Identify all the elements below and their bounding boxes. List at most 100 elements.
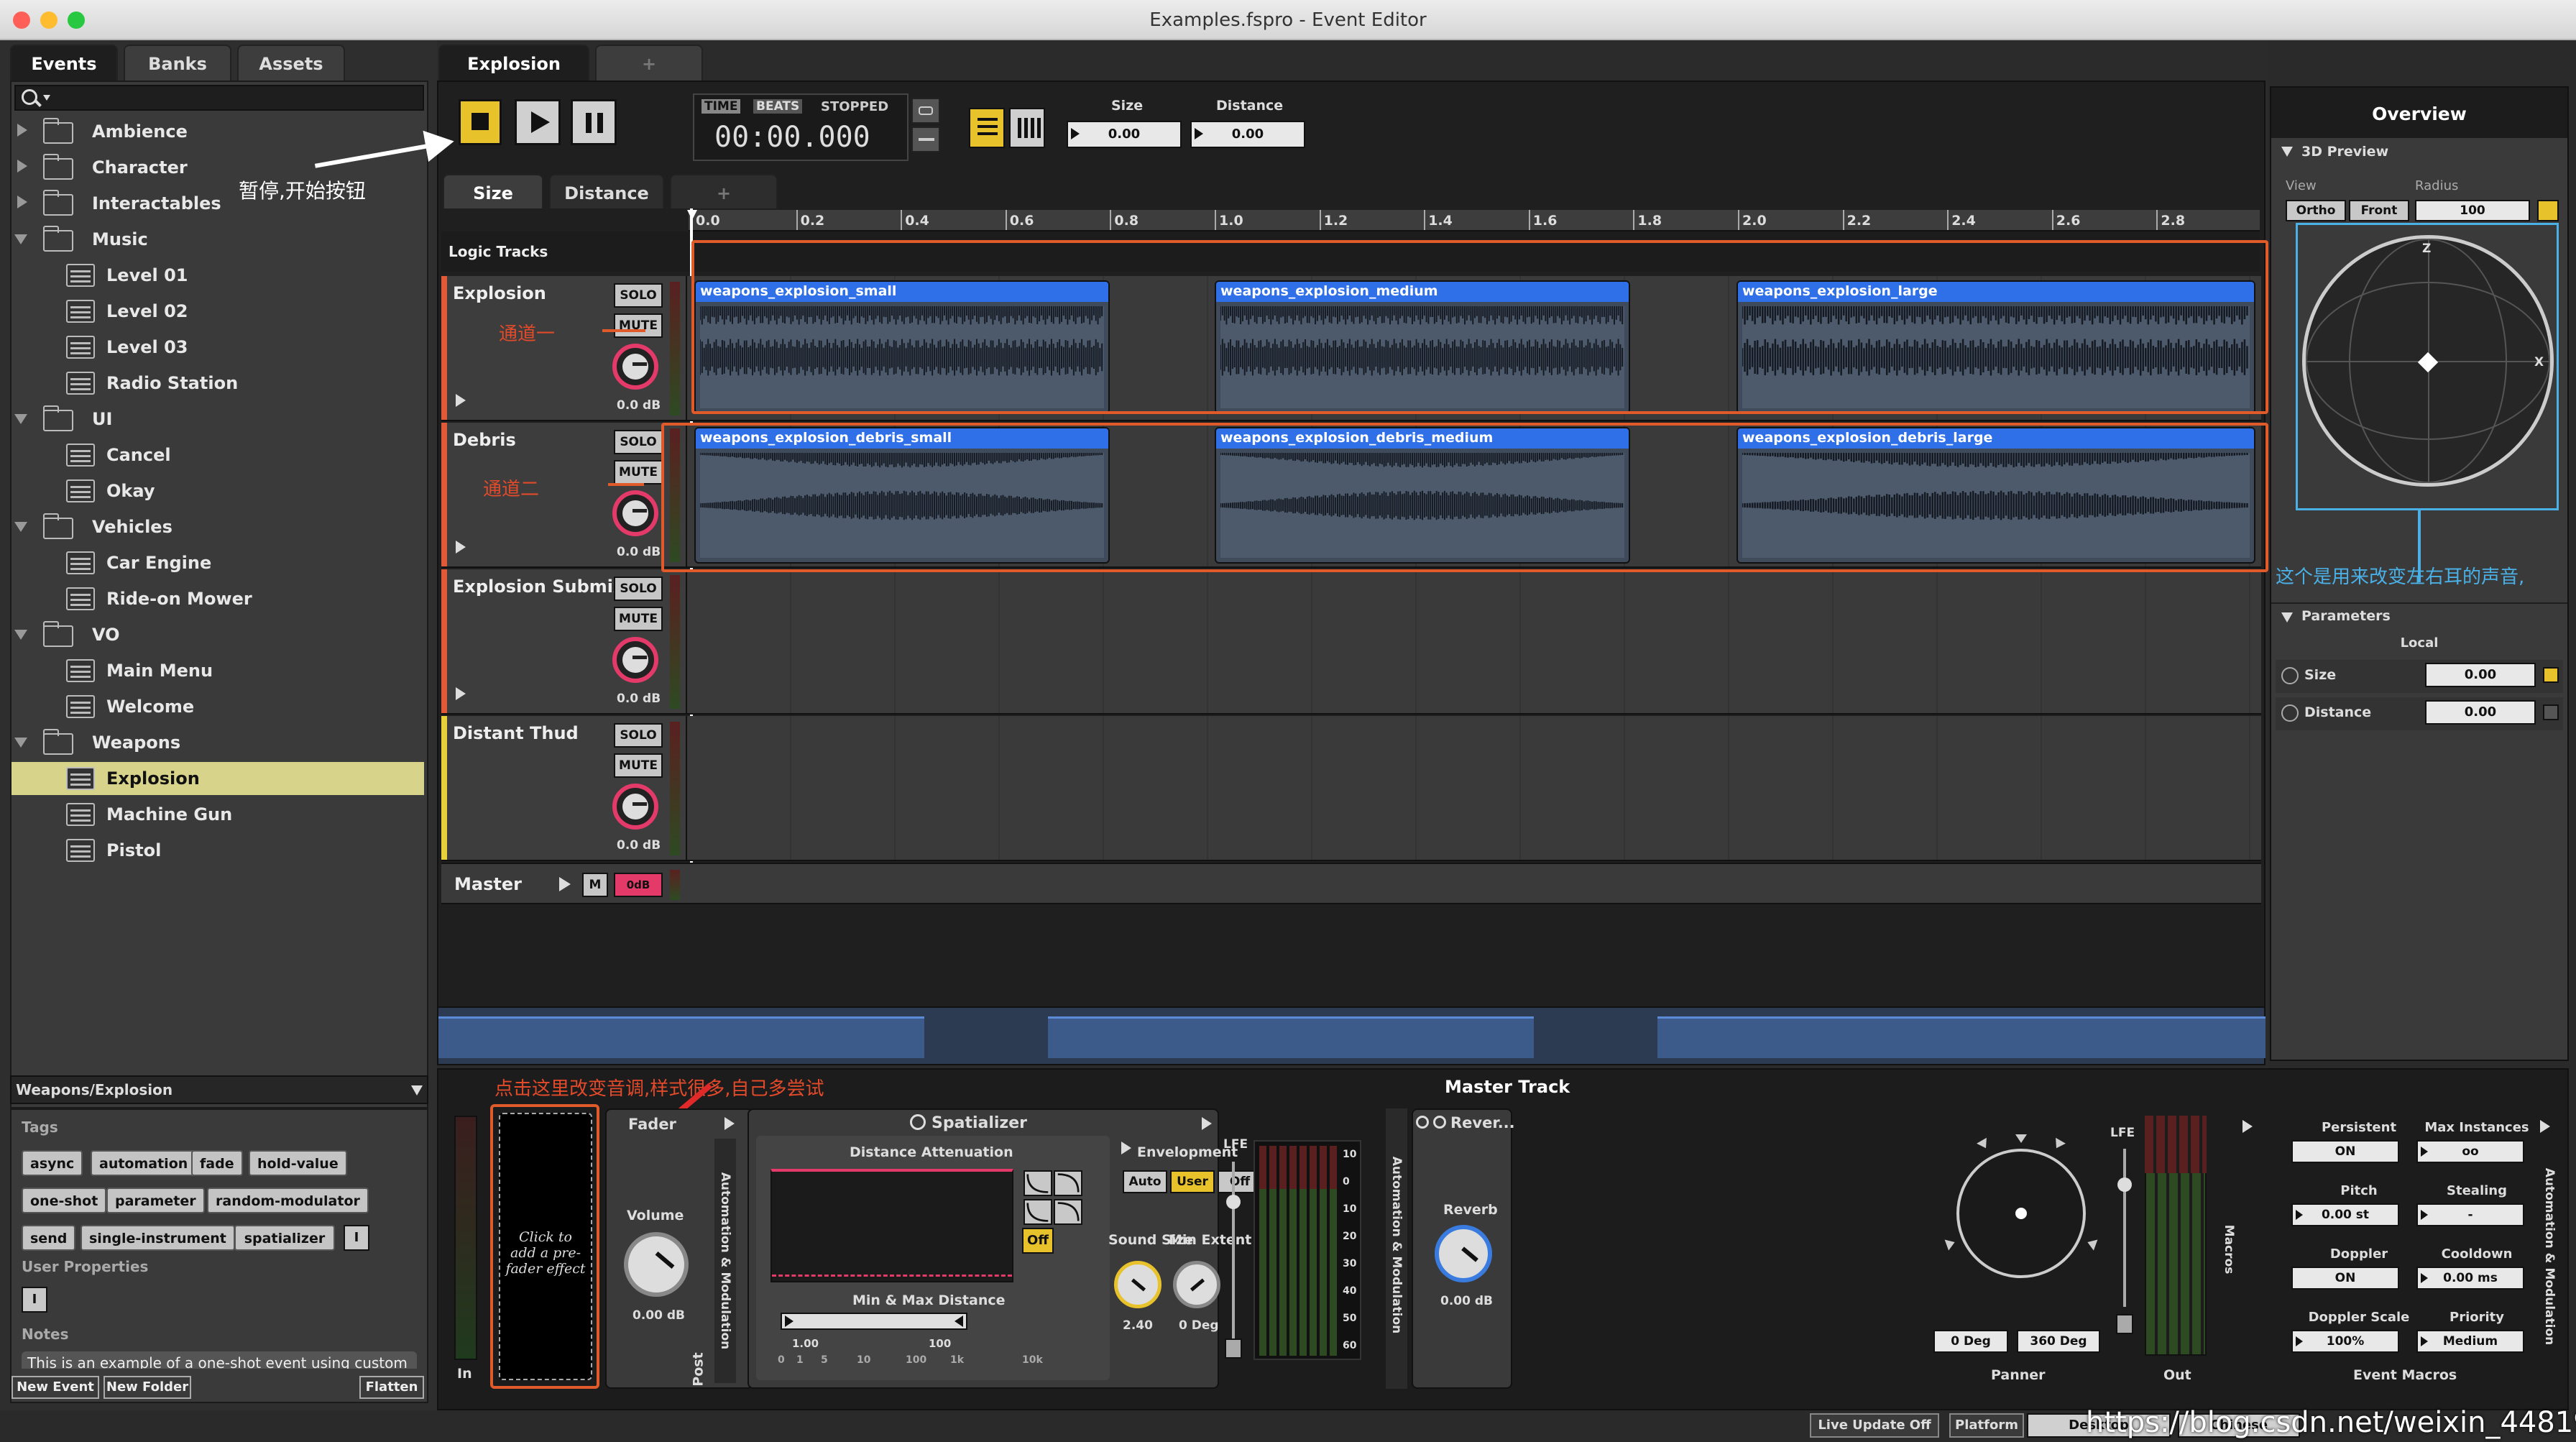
macro-value[interactable]: ON [2291, 1140, 2399, 1163]
overview-size-value[interactable]: 0.00 [2425, 663, 2536, 687]
chevron-down-icon[interactable] [14, 522, 27, 532]
attenuation-curve[interactable] [770, 1169, 1013, 1282]
mute-button[interactable]: MUTE [614, 313, 663, 338]
mute-button[interactable]: MUTE [614, 607, 663, 631]
radius-field[interactable]: 100 [2415, 200, 2530, 221]
macro-value[interactable]: Medium [2416, 1330, 2524, 1353]
track-lane[interactable] [687, 716, 2261, 860]
minimize-window-icon[interactable] [40, 12, 58, 29]
add-tag-button[interactable]: I [344, 1225, 369, 1251]
add-event-tab-button[interactable]: + [595, 45, 703, 81]
panner[interactable] [1942, 1134, 2100, 1292]
tree-event[interactable]: Main Menu [12, 654, 424, 687]
tree-folder[interactable]: Weapons [12, 726, 424, 759]
power-icon[interactable] [910, 1114, 926, 1130]
ortho-button[interactable]: Ortho [2286, 200, 2346, 221]
solo-button[interactable]: SOLO [614, 430, 663, 454]
expand-track-icon[interactable] [456, 541, 466, 554]
tag-parameter[interactable]: parameter [106, 1188, 205, 1213]
param-size-value[interactable]: 0.00 [1067, 121, 1182, 148]
chevron-right-icon[interactable] [17, 196, 27, 208]
track-name[interactable]: Explosion [453, 283, 546, 303]
macro-value[interactable]: ON [2291, 1267, 2399, 1290]
track-name[interactable]: Debris [453, 430, 516, 450]
tree-event[interactable]: Car Engine [12, 546, 424, 579]
notes-field[interactable]: This is an example of a one-shot event u… [22, 1351, 417, 1369]
tree-event[interactable]: Radio Station [12, 367, 424, 400]
timeline-overview-strip[interactable] [437, 1006, 2266, 1065]
close-window-icon[interactable] [13, 12, 30, 29]
chevron-down-icon[interactable] [14, 414, 27, 424]
power-icon[interactable] [1416, 1116, 1429, 1129]
mute-button[interactable]: MUTE [614, 460, 663, 485]
tree-event[interactable]: Machine Gun [12, 798, 424, 831]
new-folder-button[interactable]: New Folder [104, 1376, 191, 1399]
follow-button[interactable] [911, 127, 940, 152]
track-name[interactable]: Explosion Submix [453, 577, 624, 597]
solo-button[interactable]: SOLO [614, 723, 663, 748]
tag-automation[interactable]: automation [91, 1150, 197, 1176]
tree-event[interactable]: Ride-on Mower [12, 582, 424, 615]
spatializer-automation-strip[interactable]: Automation & Modulation [1386, 1108, 1407, 1389]
tag-send[interactable]: send [22, 1225, 76, 1251]
track-volume-knob[interactable] [612, 784, 658, 830]
tag-single-instrument[interactable]: single-instrument [80, 1225, 235, 1251]
overview-param-size[interactable]: Size 0.00 [2276, 660, 2563, 693]
distance-color-swatch[interactable] [2543, 704, 2559, 720]
new-event-button[interactable]: New Event [12, 1376, 99, 1399]
live-update-button[interactable]: Live Update Off [1810, 1413, 1939, 1438]
track-volume-knob[interactable] [612, 637, 658, 683]
play-button[interactable] [515, 99, 561, 145]
tree-event[interactable]: Level 02 [12, 295, 424, 328]
tree-folder[interactable]: Vehicles [12, 510, 424, 543]
envelopment-user[interactable]: User [1170, 1170, 1215, 1193]
flatten-button[interactable]: Flatten [359, 1376, 424, 1399]
automation-strip[interactable]: Automation & Modulation [714, 1139, 736, 1383]
tree-folder[interactable]: UI [12, 403, 424, 436]
lfe-slider[interactable] [1232, 1162, 1235, 1349]
lfe-slider-thumb[interactable] [1226, 1195, 1241, 1209]
pan-end-field[interactable]: 360 Deg [2017, 1330, 2100, 1353]
speaker-icon[interactable] [1225, 1338, 1242, 1359]
track-explosion-submix[interactable]: Explosion Submix SOLO MUTE 0.0 dB [441, 569, 2261, 715]
track-header[interactable]: Explosion SOLO MUTE 0.0 dB [441, 276, 687, 420]
timeline-ruler[interactable]: 0.0 0.2 0.4 0.6 0.8 1.0 1.2 1.4 1.6 1.8 2.0 2.2 2.4 2… [687, 210, 2260, 231]
pause-button[interactable] [571, 99, 617, 145]
chevron-down-icon[interactable] [411, 1085, 423, 1096]
add-sheet-tab-button[interactable]: + [670, 174, 778, 208]
panner-position-icon[interactable] [2015, 1208, 2027, 1219]
tab-banks[interactable]: Banks [124, 45, 231, 81]
min-extent-knob[interactable] [1173, 1261, 1220, 1308]
tab-events[interactable]: Events [10, 45, 118, 81]
tree-event[interactable]: Welcome [12, 690, 424, 723]
min-distance-value[interactable]: 1.00 [792, 1337, 819, 1350]
track-header[interactable]: Explosion Submix SOLO MUTE 0.0 dB [441, 569, 687, 713]
chevron-down-icon[interactable] [14, 234, 27, 244]
track-volume-knob[interactable] [612, 490, 658, 536]
master-mute-button[interactable]: M [582, 873, 608, 897]
chevron-down-icon[interactable] [14, 738, 27, 748]
macro-value[interactable]: - [2416, 1203, 2524, 1226]
track-volume-knob[interactable] [612, 344, 658, 390]
tag-fade[interactable]: fade [191, 1150, 243, 1176]
sheet-tab-distance[interactable]: Distance [549, 174, 664, 208]
tree-event[interactable]: Pistol [12, 834, 424, 867]
tree-event[interactable]: Cancel [12, 438, 424, 472]
macro-value[interactable]: oo [2416, 1140, 2524, 1163]
tree-event[interactable]: Explosion [12, 762, 424, 795]
tab-assets[interactable]: Assets [237, 45, 345, 81]
mute-button[interactable]: MUTE [614, 753, 663, 778]
tree-event[interactable]: Level 03 [12, 331, 424, 364]
curve-shape-button[interactable] [1054, 1199, 1082, 1225]
panner-lfe-slider[interactable] [2123, 1149, 2126, 1307]
track-header[interactable]: Debris SOLO MUTE 0.0 dB [441, 423, 687, 566]
macro-value[interactable]: 0.00 ms [2416, 1267, 2524, 1290]
macros-automation-strip[interactable]: Automation & Modulation [2539, 1142, 2560, 1372]
master-volume-field[interactable]: 0dB [614, 873, 663, 897]
master-track-row[interactable]: Master M 0dB [441, 863, 2261, 904]
tree-folder[interactable]: Ambience [12, 115, 424, 148]
beats-mode-button[interactable]: BEATS [753, 99, 803, 114]
chevron-down-icon[interactable] [14, 630, 27, 640]
add-prefader-effect-slot[interactable]: Click to add a pre-fader effect [499, 1113, 592, 1380]
track-lane[interactable] [687, 569, 2261, 713]
